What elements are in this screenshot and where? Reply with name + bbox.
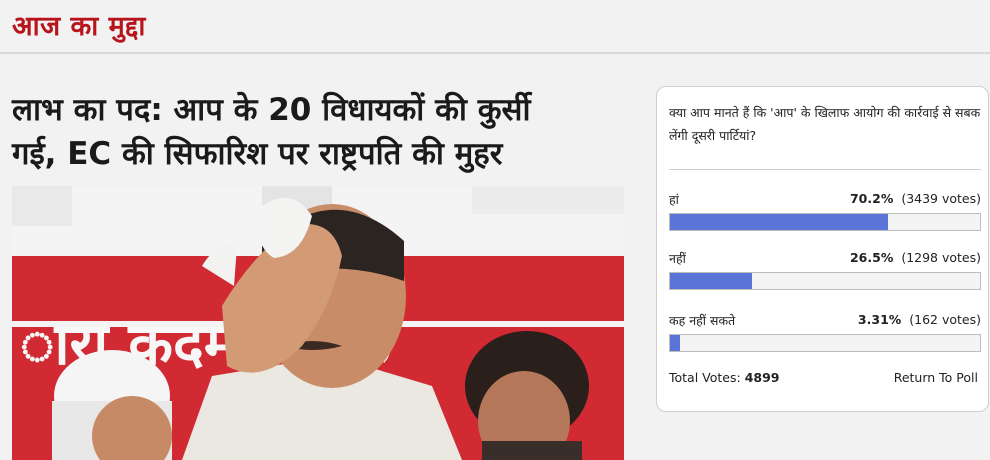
poll-option-stats: 26.5% (1298 votes) <box>850 250 981 265</box>
poll-bar-fill <box>670 273 753 289</box>
return-to-poll-link[interactable]: Return To Poll <box>894 370 978 385</box>
poll-option-percent: 26.5% <box>849 250 894 265</box>
poll-bar-track <box>669 334 981 352</box>
poll-option-percent: 3.31% <box>857 312 902 327</box>
poll-bar-track <box>669 213 981 231</box>
article-headline[interactable]: लाभ का पद: आप के 20 विधायकों की कुर्सी ग… <box>12 88 632 176</box>
poll-total-label: Total Votes: <box>669 370 741 385</box>
poll-bar-fill <box>670 214 888 230</box>
poll-option-percent: 70.2% <box>849 191 894 206</box>
poll-total-votes: Total Votes: 4899 <box>669 370 780 385</box>
poll-option-votes: (162 votes) <box>909 312 981 327</box>
headline-line-1[interactable]: लाभ का पद: आप के 20 विधायकों की कुर्सी <box>12 88 632 132</box>
section-divider <box>0 52 990 54</box>
article-photo[interactable]: ारा कदम ार क <box>12 186 624 460</box>
poll-divider <box>669 169 981 170</box>
poll-option-label: हां <box>669 192 679 207</box>
poll-total-value: 4899 <box>744 370 780 385</box>
poll-option-label: कह नहीं सकते <box>669 313 736 328</box>
poll-option-label: नहीं <box>669 251 686 266</box>
poll-option-votes: (3439 votes) <box>901 191 981 206</box>
poll-option-stats: 3.31% (162 votes) <box>858 312 981 327</box>
article-photo-illustration: ारा कदम ार क <box>12 186 624 460</box>
poll-option-stats: 70.2% (3439 votes) <box>850 191 981 206</box>
poll-bar-fill <box>670 335 681 351</box>
section-title: आज का मुद्दा <box>12 11 146 42</box>
poll-question: क्या आप मानते हैं कि 'आप' के खिलाफ आयोग … <box>669 105 981 143</box>
poll-bar-track <box>669 272 981 290</box>
poll-option-votes: (1298 votes) <box>901 250 981 265</box>
poll-widget: क्या आप मानते हैं कि 'आप' के खिलाफ आयोग … <box>656 86 989 412</box>
headline-line-2[interactable]: गई, EC की सिफारिश पर राष्ट्रपति की मुहर <box>12 132 632 176</box>
